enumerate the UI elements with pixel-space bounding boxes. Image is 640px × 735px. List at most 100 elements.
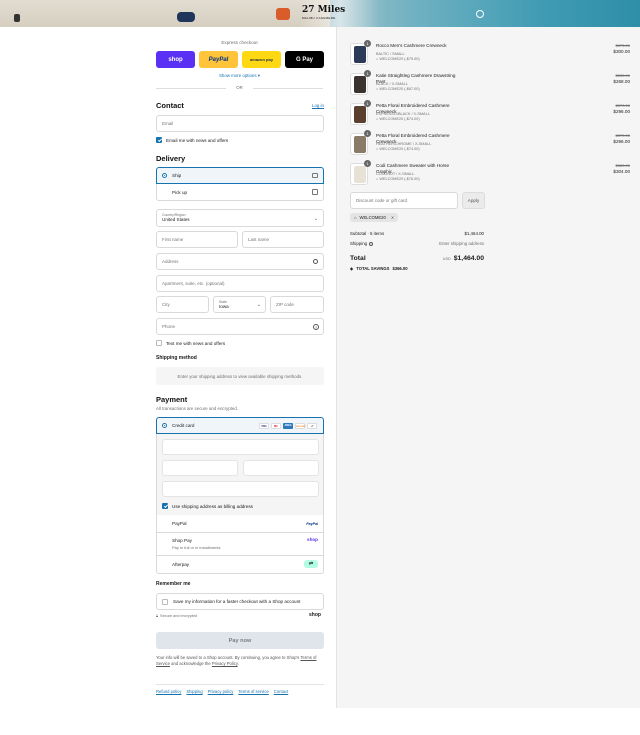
quantity-badge: 1 <box>364 160 371 167</box>
discount-tag: ⌂ WELCOME20 ✕ <box>350 213 399 222</box>
refund-policy-link[interactable]: Refund policy <box>156 689 181 694</box>
google-pay-label: G Pay <box>295 56 313 63</box>
discount-code-field[interactable]: Discount code or gift card <box>350 192 458 209</box>
payment-heading: Payment <box>156 395 188 404</box>
store-icon <box>312 189 318 195</box>
ship-option[interactable]: Ship <box>156 167 324 184</box>
apply-button[interactable]: Apply <box>462 192 485 209</box>
paypal-option-label: PayPal <box>172 521 187 526</box>
sale-price: $268.00 <box>613 79 630 84</box>
shipping-label: Shipping <box>350 241 368 246</box>
afterpay-radio[interactable] <box>162 562 167 567</box>
help-icon[interactable]: ? <box>313 324 319 330</box>
phone-placeholder: Phone <box>162 324 176 329</box>
afterpay-label: Afterpay <box>172 562 190 567</box>
shop-pay-button[interactable]: shop <box>156 51 195 68</box>
pay-now-button[interactable]: Pay now <box>156 632 324 649</box>
text-news-checkbox[interactable] <box>156 340 162 346</box>
show-more-options-link[interactable]: Show more options ▾ <box>156 73 323 79</box>
state-chevron-icon: ⌄ <box>256 302 261 308</box>
chevron-down-icon: ⌄ <box>313 216 318 222</box>
ship-label: Ship <box>172 173 182 178</box>
text-news-row[interactable]: Text me with news and offers <box>156 340 225 346</box>
credit-card-label: Credit card <box>172 423 195 428</box>
terms-of-service-footer-link[interactable]: Terms of service <box>238 689 268 694</box>
contact-link[interactable]: Contact <box>274 689 288 694</box>
cart-item: 1 Petta Floral Embroidered Cashmere Crewn… <box>350 100 630 133</box>
product-price: $335.00 $268.00 <box>613 73 630 85</box>
amazon-pay-button[interactable]: amazon pay <box>242 51 281 68</box>
billing-checkbox[interactable] <box>162 503 168 509</box>
city-field[interactable]: City <box>156 296 209 313</box>
brand-name: 27 Miles <box>302 5 346 15</box>
quantity-badge: 1 <box>364 130 371 137</box>
cart-bag-icon[interactable] <box>476 10 484 18</box>
legal-text-2: and acknowledge the <box>169 661 212 666</box>
visa-icon: VISA <box>259 423 269 429</box>
paypal-button[interactable]: PayPal <box>199 51 238 68</box>
cart-item: 1 Petta Floral Embroidered Cashmere Crewn… <box>350 130 630 163</box>
shop-pay-option[interactable]: Shop Pay Pay in full or in installments … <box>156 533 324 556</box>
remember-me-row[interactable]: Save my information for a faster checkou… <box>156 593 324 610</box>
cart-item: 1 Katie Straightleg Cashmere Drawstring P… <box>350 70 630 103</box>
card-number-field[interactable] <box>162 439 319 455</box>
address-field[interactable]: Address <box>156 253 324 270</box>
brand-tagline: MALIBU CASHMERE <box>302 16 336 20</box>
remove-discount-icon[interactable]: ✕ <box>391 215 395 220</box>
state-select[interactable]: State Iowa ⌄ <box>213 296 266 313</box>
paypal-radio[interactable] <box>162 521 167 526</box>
ship-radio[interactable] <box>162 173 167 178</box>
contact-heading: Contact <box>156 101 184 110</box>
paypal-logo: PayPal <box>306 521 318 526</box>
security-code-field[interactable] <box>243 460 319 476</box>
secure-row: 🔒︎ Secure and encrypted <box>156 614 197 618</box>
apartment-field[interactable]: Apartment, suite, etc. (optional) <box>156 275 324 292</box>
brand-logo[interactable]: 27 Miles MALIBU CASHMERE <box>302 5 346 21</box>
privacy-policy-link[interactable]: Privacy Policy <box>212 661 238 666</box>
product-discount: ⌂ WELCOME20 (-$74.00) <box>376 117 420 121</box>
product-discount: ⌂ WELCOME20 (-$67.00) <box>376 87 420 91</box>
google-pay-button[interactable]: G Pay <box>285 51 324 68</box>
truck-icon <box>312 173 318 178</box>
last-name-field[interactable]: Last name <box>242 231 324 248</box>
product-discount-text: WELCOME20 (-$67.00) <box>379 87 420 91</box>
product-image <box>354 46 366 63</box>
zip-field[interactable]: ZIP code <box>270 296 324 313</box>
product-image <box>354 106 366 123</box>
shop-pay-radio[interactable] <box>162 539 167 544</box>
product-discount-text: WELCOME20 (-$75.00) <box>379 57 420 61</box>
credit-card-option[interactable]: Credit card VISA MC AMEX DISCOVER +7 <box>156 417 324 434</box>
product-discount: ⌂ WELCOME20 (-$74.00) <box>376 147 420 151</box>
product-price: $370.00 $296.00 <box>613 103 630 115</box>
cart-item: 1 Rocco Men's Cashmere Crewneck BALTIC / S… <box>350 40 630 73</box>
email-field[interactable]: Email <box>156 115 324 132</box>
country-select[interactable]: Country/Region United States ⌄ <box>156 209 324 227</box>
product-variant: HEATHER/CHROME / X-SMALL <box>376 142 432 146</box>
info-icon[interactable] <box>369 241 374 246</box>
address-placeholder: Address <box>162 259 179 264</box>
email-news-row[interactable]: Email me with news and offers <box>156 137 228 143</box>
banner-chair-orange <box>276 8 290 20</box>
phone-field[interactable]: Phone ? <box>156 318 324 335</box>
credit-card-radio[interactable] <box>162 423 167 428</box>
savings-label: TOTAL SAVINGS <box>356 266 390 271</box>
or-divider-right <box>253 88 323 89</box>
shop-pay-logo: shop <box>307 537 318 542</box>
expiration-field[interactable] <box>162 460 238 476</box>
name-on-card-field[interactable] <box>162 481 319 497</box>
billing-row[interactable]: Use shipping address as billing address <box>162 503 253 509</box>
shipping-link[interactable]: Shipping <box>186 689 202 694</box>
product-variant: COCONUT / X-SMALL <box>376 172 415 176</box>
email-news-checkbox[interactable] <box>156 137 162 143</box>
first-name-field[interactable]: First name <box>156 231 238 248</box>
shop-logo: shop <box>309 612 321 618</box>
afterpay-option[interactable]: Afterpay ⇄ <box>156 556 324 574</box>
pickup-label: Pick up <box>172 189 188 195</box>
remember-me-checkbox[interactable] <box>162 598 168 605</box>
pickup-option[interactable]: Pick up <box>156 184 324 201</box>
pickup-radio[interactable] <box>162 190 167 195</box>
paypal-option[interactable]: PayPal PayPal <box>156 515 324 533</box>
privacy-policy-footer-link[interactable]: Privacy policy <box>208 689 234 694</box>
express-checkout-heading: Express checkout <box>221 40 258 45</box>
log-in-link[interactable]: Log in <box>312 103 324 108</box>
